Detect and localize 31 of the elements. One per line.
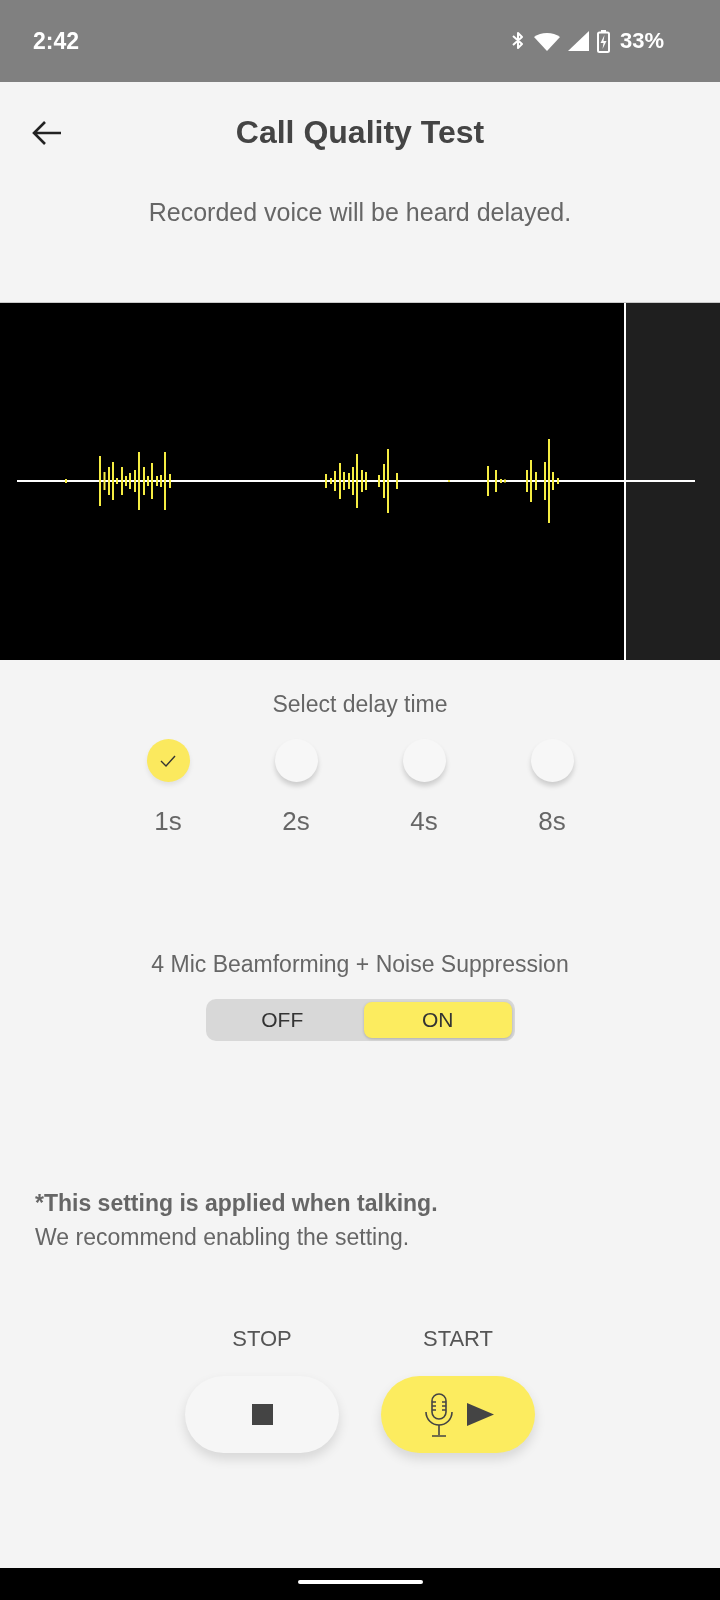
instruction-text: Recorded voice will be heard delayed. [147, 197, 573, 227]
note-heading: *This setting is applied when talking. [35, 1189, 439, 1218]
radio-button[interactable] [530, 739, 574, 782]
radio-button[interactable] [146, 739, 190, 782]
signal-icon [567, 31, 589, 51]
checkmark-icon [160, 754, 176, 767]
battery-percentage: 33% [619, 28, 664, 54]
radio-button[interactable] [274, 739, 318, 782]
toggle-option[interactable]: ON [364, 1002, 512, 1038]
play-icon [466, 1403, 494, 1426]
start-button[interactable] [381, 1376, 535, 1453]
note-text: We recommend enabling the setting. [35, 1223, 411, 1252]
wifi-icon [533, 31, 560, 51]
section-label: Select delay time [271, 690, 449, 719]
radio-button[interactable] [402, 739, 446, 782]
control-caption: STOP [232, 1325, 292, 1353]
battery-charging-icon [596, 29, 610, 53]
option-label: 8s [538, 806, 566, 836]
back-arrow-icon [32, 120, 62, 146]
microphone-icon [422, 1392, 455, 1437]
home-indicator[interactable] [297, 1580, 423, 1584]
control-caption: START [422, 1325, 494, 1353]
option-label: 2s [282, 806, 310, 836]
stop-icon [251, 1404, 273, 1425]
option-label: 4s [410, 806, 438, 836]
stop-button[interactable] [185, 1376, 339, 1453]
section-label: 4 Mic Beamforming + Noise Suppression [150, 950, 570, 979]
screen-title: Call Quality Test [235, 113, 485, 152]
option-label: 1s [154, 806, 182, 836]
status-time: 2:42 [33, 27, 80, 55]
toggle-option[interactable]: OFF [208, 1002, 356, 1038]
